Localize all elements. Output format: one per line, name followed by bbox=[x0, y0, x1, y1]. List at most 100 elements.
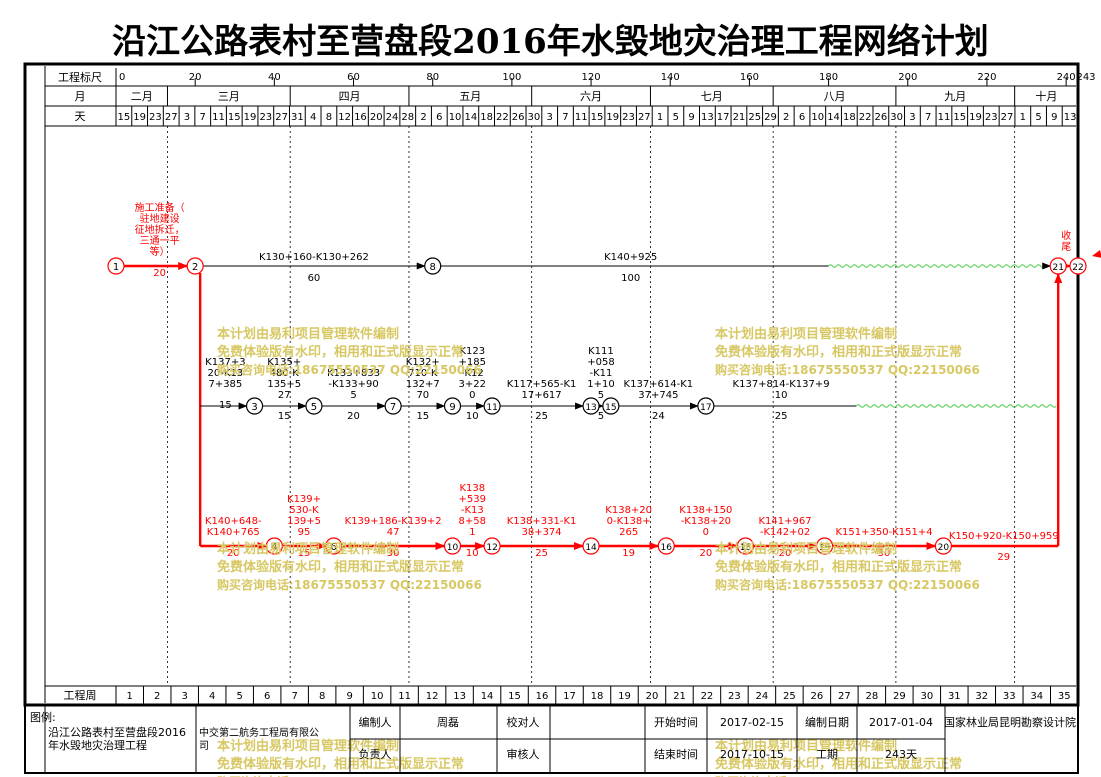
day-label: 8 bbox=[326, 112, 332, 123]
activity-5-7-label: 5 bbox=[350, 390, 356, 401]
activity-13-15-duration: 5 bbox=[598, 411, 604, 422]
day-label: 3 bbox=[547, 112, 553, 123]
week-label: 9 bbox=[346, 691, 352, 702]
day-label: 1 bbox=[1020, 112, 1026, 123]
activity-14-16-duration: 19 bbox=[622, 548, 635, 559]
activity-9-11-label: 3+22 bbox=[459, 379, 486, 390]
activity-11-13-label: 17+617 bbox=[521, 390, 561, 401]
day-label: 27 bbox=[638, 112, 651, 123]
day-label: 26 bbox=[875, 112, 888, 123]
day-label: 3 bbox=[909, 112, 915, 123]
day-label: 19 bbox=[969, 112, 982, 123]
node-13-label: 13 bbox=[585, 403, 596, 413]
activity-2-4-label: K140+765 bbox=[207, 527, 260, 538]
day-label: 4 bbox=[310, 112, 316, 123]
activity-1-2-label: 三通一平 bbox=[140, 235, 180, 247]
free-float-17-21 bbox=[855, 404, 1057, 408]
activity-9-11-duration: 10 bbox=[466, 411, 479, 422]
activity-17-21-label: K137+814-K137+9 bbox=[733, 379, 830, 390]
day-label: 5 bbox=[673, 112, 679, 123]
activity-4-6-label: 95 bbox=[298, 527, 311, 538]
week-label: 2 bbox=[154, 691, 160, 702]
activity-12-14-duration: 25 bbox=[535, 548, 548, 559]
week-row-label: 工程周 bbox=[64, 689, 97, 702]
month-label: 五月 bbox=[459, 90, 481, 103]
day-label: 7 bbox=[200, 112, 206, 123]
day-label: 6 bbox=[799, 112, 805, 123]
activity-3-5-label: 135+5 bbox=[267, 379, 301, 390]
day-label: 13 bbox=[701, 112, 714, 123]
watermark-line2: 免费体验版有水印，相用和正式版显示正常 bbox=[217, 559, 464, 575]
activity-17-21-label: 10 bbox=[775, 390, 788, 401]
activity-10-12-duration: 10 bbox=[466, 548, 479, 559]
scale-tick-label: 0 bbox=[119, 72, 125, 83]
day-label: 1 bbox=[657, 112, 663, 123]
week-label: 30 bbox=[920, 691, 933, 702]
node-20-label: 20 bbox=[938, 543, 950, 553]
month-row-label: 月 bbox=[75, 90, 86, 103]
footer-start-label: 开始时间 bbox=[654, 715, 698, 729]
footer-principal-label: 负责人 bbox=[359, 747, 392, 761]
node-5-label: 5 bbox=[311, 402, 317, 413]
activity-16-18-duration: 20 bbox=[700, 548, 713, 559]
day-label: 10 bbox=[811, 112, 824, 123]
activity-13-15-label: -K11 bbox=[590, 368, 613, 379]
day-label: 9 bbox=[688, 112, 694, 123]
month-label: 十月 bbox=[1035, 89, 1057, 103]
activity-11-13-label: K117+565-K1 bbox=[507, 379, 577, 390]
footer-project: 年水毁地灾治理工程 bbox=[48, 738, 147, 752]
activity-13-15-label: 1+10 bbox=[587, 379, 614, 390]
activity-8-21-label: K140+925 bbox=[604, 252, 657, 263]
activity-1-2-duration: 20 bbox=[153, 268, 166, 279]
activity-10-12-label: 1 bbox=[469, 527, 475, 538]
activity-15-17-label: K137+614-K1 bbox=[624, 379, 694, 390]
activity-13-15-label: K111 bbox=[588, 346, 614, 357]
day-label: 29 bbox=[764, 112, 777, 123]
week-label: 23 bbox=[728, 691, 741, 702]
activity-17-21-duration: 25 bbox=[775, 411, 788, 422]
day-label: 19 bbox=[244, 112, 257, 123]
week-label: 28 bbox=[865, 691, 878, 702]
day-label: 31 bbox=[291, 112, 304, 123]
activity-14-16-label: K138+20 bbox=[605, 505, 652, 516]
activity-20-21-duration: 29 bbox=[997, 552, 1010, 563]
activity-7-9-label: 132+7 bbox=[406, 379, 440, 390]
day-label: 27 bbox=[275, 112, 288, 123]
node-12-label: 12 bbox=[486, 543, 497, 553]
week-label: 8 bbox=[319, 691, 325, 702]
month-label: 七月 bbox=[701, 90, 723, 103]
watermark-line3: 购买咨询电话:18675550537 QQ:22150066 bbox=[715, 577, 980, 592]
finish-flag-icon bbox=[1092, 250, 1101, 258]
activity-4-6-label: 530-K bbox=[289, 505, 319, 516]
activity-12-14-label: K138+331-K1 bbox=[507, 516, 577, 527]
watermark-line2: 免费体验版有水印，相用和正式版显示正常 bbox=[715, 559, 962, 575]
activity-4-6-label: K139+ bbox=[287, 494, 321, 505]
scale-tick-label: 60 bbox=[347, 72, 360, 83]
day-label: 27 bbox=[165, 112, 178, 123]
week-label: 4 bbox=[209, 691, 215, 702]
activity-2-3-label: 7+385 bbox=[208, 379, 242, 390]
footer-date: 2017-01-04 bbox=[869, 716, 933, 729]
day-label: 15 bbox=[228, 112, 241, 123]
week-label: 25 bbox=[783, 691, 796, 702]
watermark-line3: 购买咨询电话:18675550537 QQ:22150066 bbox=[217, 362, 482, 377]
day-label: 3 bbox=[184, 112, 190, 123]
day-label: 22 bbox=[859, 112, 872, 123]
day-label: 15 bbox=[953, 112, 966, 123]
activity-21-22-label: 尾 bbox=[1061, 241, 1071, 253]
day-label: 11 bbox=[212, 112, 225, 123]
activity-4-6-label: 139+5 bbox=[287, 516, 321, 527]
week-label: 32 bbox=[975, 691, 988, 702]
free-float-8-21 bbox=[828, 264, 1045, 268]
scale-tick-label: 140 bbox=[661, 72, 680, 83]
day-label: 12 bbox=[338, 112, 351, 123]
week-label: 33 bbox=[1003, 691, 1016, 702]
network-chart: 工程标尺月天0 20 40 60 80 100 120 140 160 180 200 220 240 2… bbox=[23, 62, 1101, 777]
node-8-label: 8 bbox=[430, 262, 436, 273]
week-label: 26 bbox=[811, 691, 824, 702]
activity-14-16-label: 265 bbox=[619, 527, 638, 538]
week-label: 14 bbox=[481, 691, 494, 702]
activity-5-7-duration: 20 bbox=[347, 411, 360, 422]
activity-7-9-label: 70 bbox=[416, 390, 429, 401]
activity-2-4-label: K140+648- bbox=[205, 516, 262, 527]
